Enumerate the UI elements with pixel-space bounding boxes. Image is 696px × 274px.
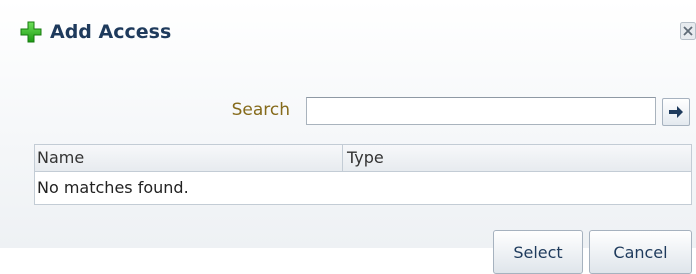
arrow-right-icon [669,106,683,118]
dialog-header: Add Access [20,18,171,46]
dialog-title: Add Access [50,21,172,43]
column-header-name[interactable]: Name [35,145,343,171]
results-table: Name Type No matches found. [34,144,692,205]
column-header-type[interactable]: Type [343,145,691,171]
empty-results-message: No matches found. [37,178,189,197]
close-icon[interactable] [680,22,696,40]
search-input[interactable] [306,97,656,125]
search-go-button[interactable] [662,98,690,126]
plus-icon [20,21,42,43]
add-access-dialog: Add Access Search Name Type No matches f… [0,0,696,274]
select-button[interactable]: Select [493,230,583,274]
table-header: Name Type [35,145,691,172]
cancel-button[interactable]: Cancel [589,230,692,274]
search-label: Search [231,100,290,120]
